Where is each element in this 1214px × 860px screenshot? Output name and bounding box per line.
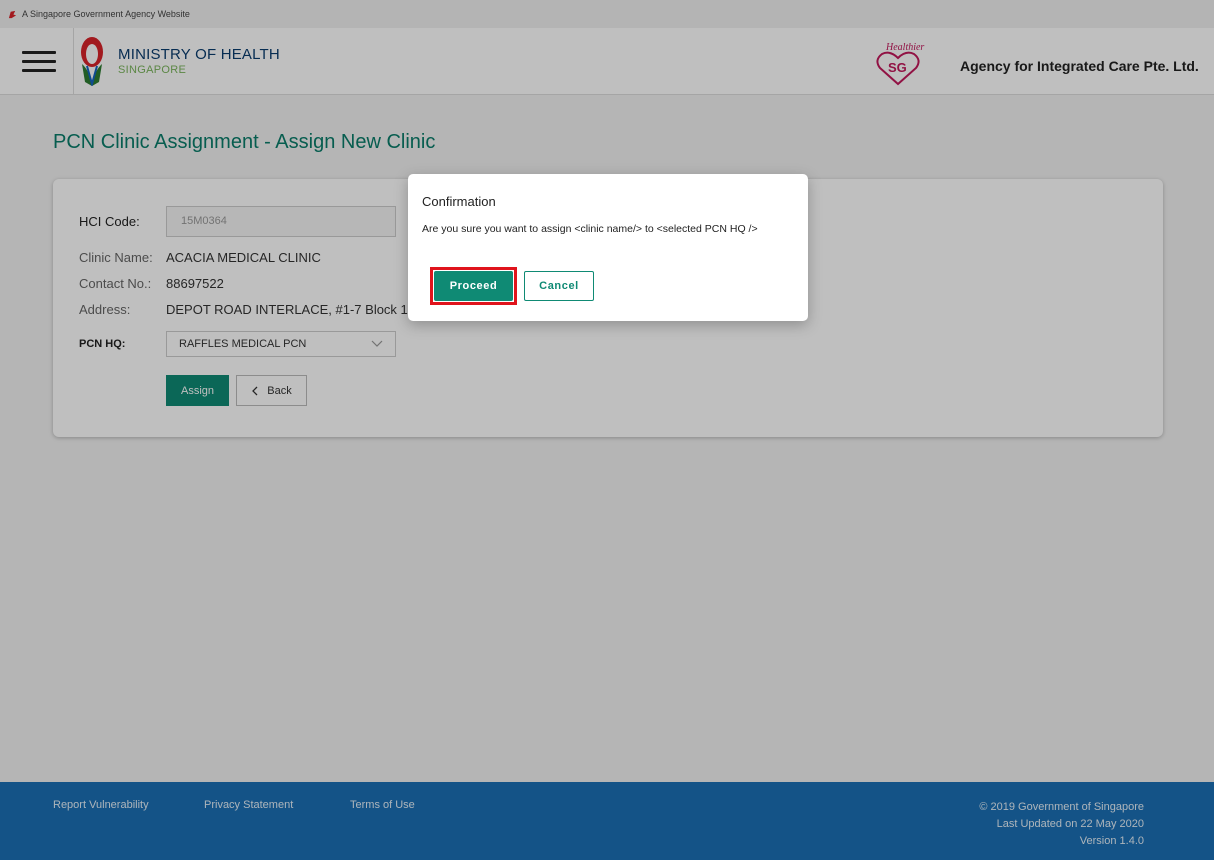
confirmation-dialog: Confirmation Are you sure you want to as… bbox=[408, 174, 808, 321]
cancel-button[interactable]: Cancel bbox=[524, 271, 594, 301]
modal-backdrop[interactable] bbox=[0, 0, 1214, 860]
proceed-button[interactable]: Proceed bbox=[434, 271, 513, 301]
dialog-message: Are you sure you want to assign <clinic … bbox=[422, 223, 758, 235]
dialog-title: Confirmation bbox=[422, 194, 496, 209]
